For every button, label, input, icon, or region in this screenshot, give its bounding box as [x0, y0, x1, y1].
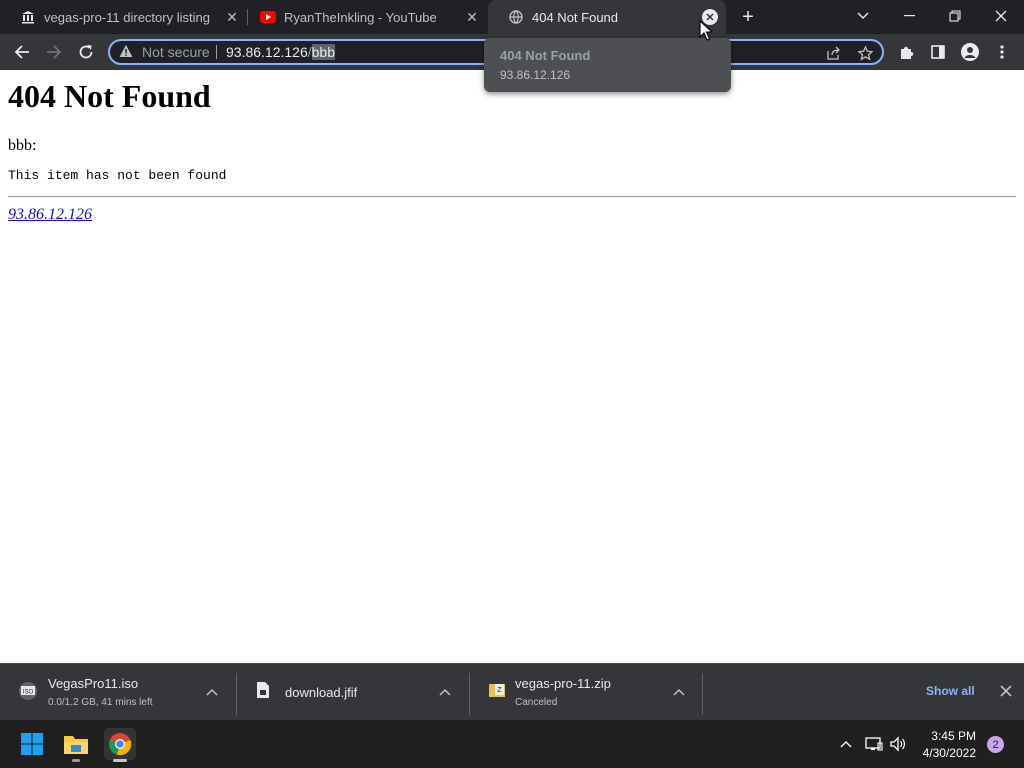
chevron-up-icon[interactable] — [838, 734, 854, 754]
download-status: Canceled — [515, 697, 558, 708]
restore-icon — [949, 10, 961, 22]
chevron-down-icon — [857, 12, 869, 19]
download-item[interactable]: download.jfif — [237, 664, 469, 720]
file-explorer-button[interactable] — [60, 728, 92, 762]
download-status: 0.0/1.2 GB, 41 mins left — [48, 697, 153, 708]
minimize-button[interactable] — [896, 5, 922, 27]
show-all-downloads-button[interactable]: Show all — [926, 684, 975, 698]
chevron-up-icon[interactable] — [203, 683, 221, 701]
chevron-up-icon[interactable] — [436, 683, 454, 701]
reload-icon — [79, 45, 93, 59]
url-host: 93.86.12.126 — [226, 44, 308, 60]
svg-text:Z: Z — [497, 687, 502, 694]
extensions-button[interactable] — [890, 34, 922, 70]
archive-icon — [20, 9, 36, 25]
tab-strip: vegas-pro-11 directory listing ✕ RyanThe… — [0, 0, 1024, 34]
forward-arrow-icon — [47, 45, 62, 59]
close-icon[interactable] — [998, 683, 1014, 699]
iso-file-icon: ISO — [18, 681, 38, 701]
start-button[interactable] — [16, 728, 48, 760]
minimize-icon — [903, 15, 915, 17]
page-label: bbb: — [8, 137, 37, 154]
volume-icon[interactable] — [888, 734, 908, 754]
clock-date[interactable]: 4/30/2022 — [918, 746, 976, 760]
tab-title: vegas-pro-11 directory listing — [44, 9, 210, 25]
tab-404[interactable]: 404 Not Found ✕ — [488, 0, 726, 34]
svg-text:ISO: ISO — [23, 690, 34, 696]
tab-title: 404 Not Found — [532, 9, 619, 25]
kebab-menu-icon — [1000, 45, 1004, 59]
clock-time[interactable]: 3:45 PM — [926, 729, 976, 743]
puzzle-icon — [900, 46, 913, 59]
restore-button[interactable] — [942, 5, 968, 27]
image-file-icon — [255, 681, 275, 701]
downloads-shelf: ISO VegasPro11.iso 0.0/1.2 GB, 41 mins l… — [0, 663, 1024, 720]
zip-file-icon: Z — [488, 681, 508, 701]
avatar-icon — [961, 43, 979, 61]
running-indicator — [113, 759, 127, 762]
url-text[interactable]: 93.86.12.126/bbb — [226, 44, 335, 60]
side-panel-button[interactable] — [922, 34, 954, 70]
back-arrow-icon — [14, 45, 29, 59]
hover-card-title: 404 Not Found — [500, 48, 591, 63]
download-item[interactable]: ISO VegasPro11.iso 0.0/1.2 GB, 41 mins l… — [0, 664, 236, 720]
download-divider — [702, 673, 703, 715]
new-tab-button[interactable]: + — [736, 5, 760, 29]
share-icon[interactable] — [824, 44, 842, 62]
warning-icon[interactable] — [119, 44, 133, 60]
download-item[interactable]: Z vegas-pro-11.zip Canceled — [470, 664, 702, 720]
windows-logo-icon — [21, 733, 43, 755]
download-filename: vegas-pro-11.zip — [515, 676, 611, 691]
url-path-selected: bbb — [311, 44, 335, 60]
notification-badge[interactable]: 2 — [987, 736, 1004, 753]
mouse-cursor-icon — [699, 20, 713, 41]
security-status-text[interactable]: Not secure — [142, 44, 210, 60]
chrome-icon — [108, 733, 132, 756]
hover-card-url: 93.86.12.126 — [500, 68, 571, 82]
globe-icon — [508, 9, 524, 25]
youtube-icon — [260, 9, 276, 25]
chevron-up-icon[interactable] — [670, 683, 688, 701]
download-filename: VegasPro11.iso — [48, 676, 139, 691]
network-icon[interactable] — [864, 734, 884, 754]
close-icon — [995, 10, 1007, 22]
error-message: This item has not been found — [8, 168, 227, 183]
omnibox-divider — [216, 45, 217, 59]
bookmark-star-icon[interactable] — [856, 44, 874, 62]
tab-title: RyanTheInkling - YouTube — [284, 9, 437, 25]
back-button[interactable] — [6, 34, 38, 70]
close-window-button[interactable] — [988, 5, 1014, 27]
tab-youtube[interactable]: RyanTheInkling - YouTube ✕ — [240, 0, 488, 34]
running-indicator — [72, 759, 80, 762]
tab-directory-listing[interactable]: vegas-pro-11 directory listing ✕ — [0, 0, 248, 34]
tab-close-button[interactable]: ✕ — [464, 9, 480, 25]
tab-close-button[interactable]: ✕ — [224, 9, 240, 25]
tab-hover-card: 404 Not Found 93.86.12.126 — [484, 38, 731, 92]
horizontal-rule — [8, 196, 1016, 198]
tab-search-button[interactable] — [852, 5, 874, 27]
forward-button[interactable] — [38, 34, 70, 70]
folder-icon — [64, 736, 88, 754]
profile-button[interactable] — [954, 34, 986, 70]
download-filename: download.jfif — [285, 685, 358, 700]
reload-button[interactable] — [70, 34, 102, 70]
taskbar: 3:45 PM 4/30/2022 — [0, 720, 1024, 768]
side-panel-icon — [931, 45, 945, 59]
menu-button[interactable] — [986, 34, 1018, 70]
page-heading: 404 Not Found — [8, 78, 211, 114]
chrome-taskbar-button[interactable] — [104, 728, 136, 762]
host-link[interactable]: 93.86.12.126 — [8, 206, 92, 224]
